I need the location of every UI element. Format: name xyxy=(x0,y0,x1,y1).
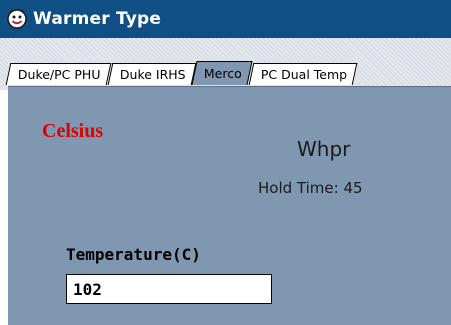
tab-label: PC Dual Temp xyxy=(261,67,348,82)
warmer-type-window: Warmer Type Celsius Whpr Hold Time: 45 T… xyxy=(0,0,451,325)
product-name: Whpr xyxy=(297,137,351,161)
tab-duke-irhs[interactable]: Duke IRHS xyxy=(107,63,196,85)
tab-duke-pc-phu[interactable]: Duke/PC PHU xyxy=(5,63,111,85)
tab-label: Duke/PC PHU xyxy=(17,67,101,82)
merco-tab-panel: Celsius Whpr Hold Time: 45 Temperature(C… xyxy=(8,86,451,325)
temperature-unit-label: Celsius xyxy=(42,120,104,142)
window-title: Warmer Type xyxy=(33,9,162,29)
hold-time-label: Hold Time: 45 xyxy=(258,179,363,197)
title-bar: Warmer Type xyxy=(0,0,451,38)
tab-bar: Duke/PC PHU Duke IRHS Merco PC Dual Temp xyxy=(5,61,358,85)
tab-merco[interactable]: Merco xyxy=(191,61,253,85)
tab-pc-dual-temp[interactable]: PC Dual Temp xyxy=(248,63,358,85)
temperature-input[interactable] xyxy=(66,274,272,304)
tab-label: Duke IRHS xyxy=(119,67,186,82)
tab-label: Merco xyxy=(204,66,243,81)
smiley-app-icon xyxy=(6,8,28,30)
temperature-field-label: Temperature(C) xyxy=(66,245,201,264)
